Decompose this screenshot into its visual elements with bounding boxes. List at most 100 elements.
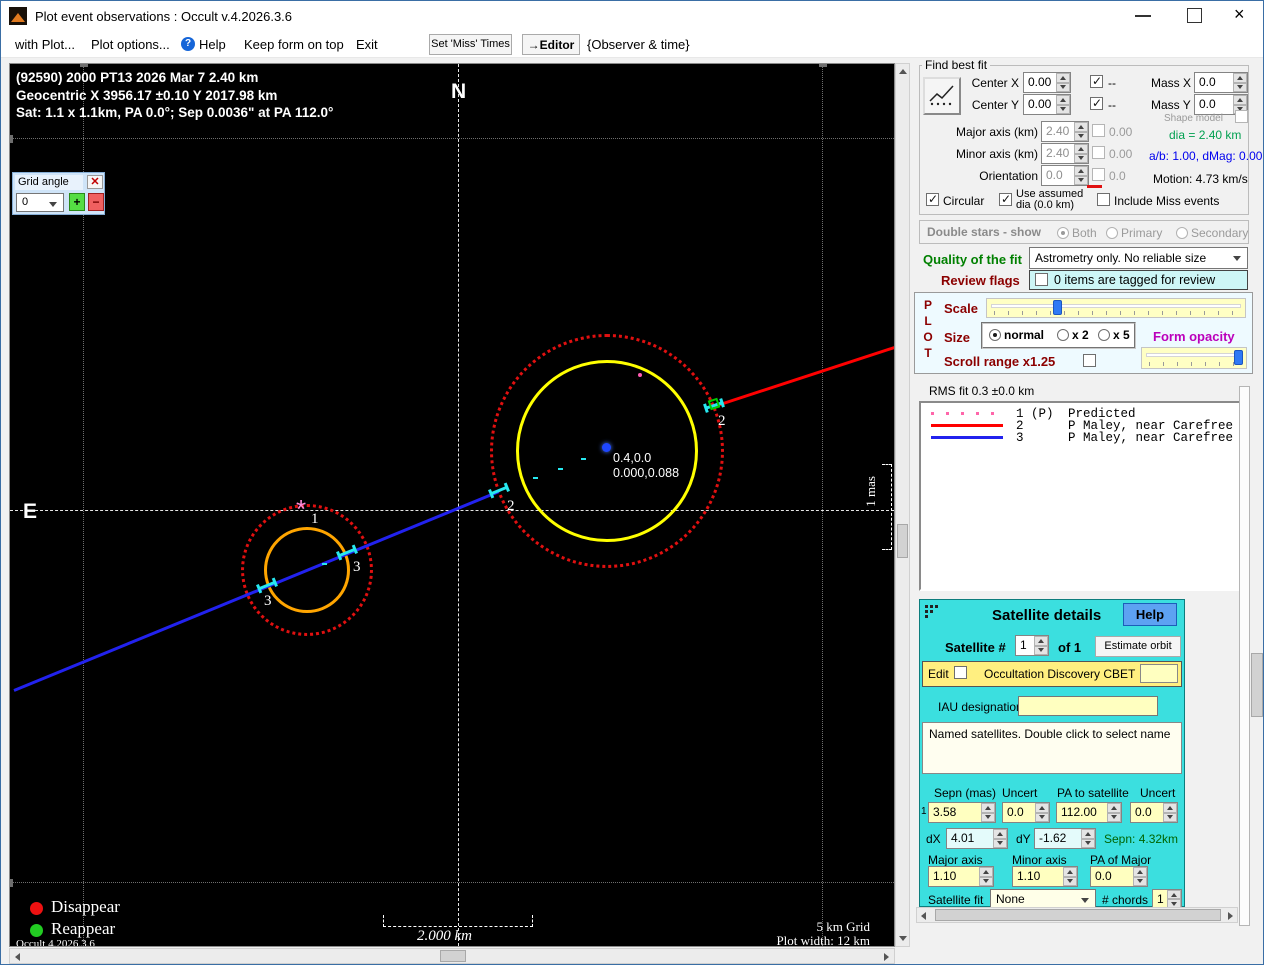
chords-spinner[interactable]: 1 bbox=[1152, 889, 1182, 909]
shape-model-checkbox[interactable] bbox=[1235, 110, 1248, 123]
size-normal-radio[interactable] bbox=[989, 329, 1001, 341]
grid-angle-select[interactable]: 0 bbox=[16, 193, 64, 212]
sepn-spinner[interactable]: 3.58 bbox=[928, 802, 996, 823]
cbet-input[interactable] bbox=[1140, 664, 1178, 683]
circular-checkbox[interactable] bbox=[926, 193, 939, 206]
scale-slider-thumb[interactable] bbox=[1053, 300, 1062, 315]
predicted-asterisk-marker: * bbox=[296, 494, 306, 525]
double-stars-title: Double stars - show bbox=[927, 225, 1041, 239]
reappear-label: Reappear bbox=[51, 919, 115, 939]
plot-hscroll-thumb[interactable] bbox=[440, 950, 466, 962]
grid-angle-minus-button[interactable]: − bbox=[88, 193, 104, 211]
pink-dot bbox=[638, 373, 642, 377]
drag-handle-icon[interactable] bbox=[925, 605, 928, 608]
double-secondary-radio[interactable] bbox=[1176, 227, 1188, 239]
scroll-range-checkbox[interactable] bbox=[1083, 354, 1096, 367]
pa-spinner[interactable]: 112.00 bbox=[1056, 802, 1122, 823]
panel-hscroll-thumb[interactable] bbox=[935, 909, 1221, 921]
menu-with-plot[interactable]: with Plot... bbox=[15, 37, 75, 52]
find-best-fit-title: Find best fit bbox=[922, 58, 990, 72]
menu-help[interactable]: Help bbox=[199, 37, 226, 52]
sepn-unc-spinner[interactable]: 0.0 bbox=[1002, 802, 1050, 823]
sat-major-spinner[interactable]: 1.10 bbox=[928, 866, 994, 887]
center-y-checkbox[interactable] bbox=[1090, 97, 1103, 110]
iau-input[interactable] bbox=[1018, 696, 1158, 716]
named-satellites-listbox[interactable]: Named satellites. Double click to select… bbox=[922, 722, 1182, 774]
menu-keep-on-top[interactable]: Keep form on top bbox=[244, 37, 344, 52]
minor-axis-checkbox[interactable] bbox=[1092, 146, 1105, 159]
size-x2-radio[interactable] bbox=[1057, 329, 1069, 341]
scroll-left-icon[interactable] bbox=[15, 953, 20, 961]
minor-axis-spinner[interactable]: 2.40 bbox=[1041, 143, 1089, 164]
sat-minor-spinner[interactable]: 1.10 bbox=[1012, 866, 1078, 887]
satellite-fit-select[interactable]: None bbox=[990, 889, 1096, 909]
double-primary-radio[interactable] bbox=[1106, 227, 1118, 239]
pa-unc-spinner[interactable]: 0.0 bbox=[1130, 802, 1178, 823]
plot-canvas[interactable]: (92590) 2000 PT13 2026 Mar 7 2.40 km Geo… bbox=[9, 63, 895, 947]
satellite-details-panel: Satellite details Help Satellite # 1 of … bbox=[919, 599, 1185, 907]
right-edge-scroll-track[interactable] bbox=[1239, 386, 1250, 926]
dx-spinner[interactable]: 4.01 bbox=[946, 828, 1008, 849]
chord-legend-box[interactable]: 1 (P)Predicted 2P Maley, near Carefree 3… bbox=[919, 401, 1245, 591]
satellite-num-spinner[interactable]: 1 bbox=[1015, 635, 1049, 656]
menu-plot-options[interactable]: Plot options... bbox=[91, 37, 170, 52]
plot-version-label: Occult 4.2026.3.6 bbox=[16, 938, 95, 947]
use-assumed-checkbox[interactable] bbox=[999, 193, 1012, 206]
center-x-spinner[interactable]: 0.00 bbox=[1023, 72, 1071, 93]
satellite-of-label: of 1 bbox=[1058, 640, 1081, 655]
major-axis-spinner[interactable]: 2.40 bbox=[1041, 121, 1089, 142]
menu-exit[interactable]: Exit bbox=[356, 37, 378, 52]
form-opacity-slider[interactable] bbox=[1141, 347, 1247, 369]
center-note: 0.4,0.0 0.000,0.088 bbox=[613, 451, 679, 481]
maximize-icon[interactable] bbox=[1187, 8, 1202, 23]
legend-row-3: 3P Maley, near Carefree bbox=[1016, 431, 1233, 445]
plot-hscrollbar[interactable] bbox=[9, 948, 895, 964]
legend-swatch-chord3 bbox=[931, 436, 1003, 439]
plot-vscroll-thumb[interactable] bbox=[897, 524, 908, 558]
panel-scroll-left-icon[interactable] bbox=[921, 912, 926, 920]
review-flags-text: 0 items are tagged for review bbox=[1054, 273, 1215, 287]
sat-pa-major-spinner[interactable]: 0.0 bbox=[1090, 866, 1148, 887]
review-flags-checkbox[interactable] bbox=[1035, 273, 1048, 286]
estimate-orbit-button[interactable]: Estimate orbit bbox=[1095, 636, 1181, 657]
help-icon[interactable]: ? bbox=[181, 37, 195, 51]
center-y-spinner[interactable]: 0.00 bbox=[1023, 94, 1071, 115]
window-title: Plot event observations : Occult v.4.202… bbox=[35, 9, 292, 24]
mass-x-spinner[interactable]: 0.0 bbox=[1194, 72, 1248, 93]
grid-angle-close-icon[interactable]: ✕ bbox=[87, 175, 103, 189]
scale-slider-track bbox=[991, 304, 1241, 308]
edit-checkbox[interactable] bbox=[954, 666, 967, 679]
close-icon[interactable]: × bbox=[1234, 4, 1245, 25]
legend-swatch-predicted bbox=[931, 412, 1003, 415]
orientation-checkbox[interactable] bbox=[1092, 168, 1105, 181]
scroll-right-icon[interactable] bbox=[884, 953, 889, 961]
right-edge-scroll-thumb[interactable] bbox=[1251, 653, 1263, 717]
grid-angle-plus-button[interactable]: + bbox=[69, 193, 85, 211]
mass-x-label: Mass X bbox=[1151, 76, 1191, 90]
chord3-label-b: 3 bbox=[353, 559, 361, 576]
form-opacity-thumb[interactable] bbox=[1234, 350, 1243, 365]
panel-scroll-right-icon[interactable] bbox=[1228, 912, 1233, 920]
scale-slider[interactable] bbox=[986, 298, 1246, 318]
best-fit-chart-button[interactable] bbox=[923, 77, 961, 115]
major-axis-checkbox[interactable] bbox=[1092, 124, 1105, 137]
orientation-spinner[interactable]: 0.0 bbox=[1041, 165, 1089, 186]
size-x5-radio[interactable] bbox=[1098, 329, 1110, 341]
use-assumed-label: Use assumed dia (0.0 km) bbox=[1016, 189, 1094, 211]
editor-button[interactable]: →Editor bbox=[522, 34, 580, 55]
include-miss-checkbox[interactable] bbox=[1097, 193, 1110, 206]
dy-spinner[interactable]: -1.62 bbox=[1034, 828, 1096, 849]
scroll-up-icon[interactable] bbox=[899, 69, 907, 74]
scroll-down-icon[interactable] bbox=[899, 936, 907, 941]
sat-major-header: Major axis bbox=[928, 853, 983, 867]
minimize-icon[interactable] bbox=[1135, 15, 1151, 17]
edit-label: Edit bbox=[928, 667, 949, 681]
panel-hscrollbar[interactable] bbox=[916, 907, 1238, 923]
grid-line-vertical-right bbox=[822, 64, 823, 946]
quality-select[interactable]: Astrometry only. No reliable size bbox=[1029, 247, 1248, 269]
set-miss-times-button[interactable]: Set 'Miss' Times bbox=[429, 34, 512, 55]
center-x-checkbox[interactable] bbox=[1090, 75, 1103, 88]
plot-vscrollbar[interactable] bbox=[895, 63, 910, 947]
satellite-help-button[interactable]: Help bbox=[1123, 603, 1177, 626]
double-both-radio[interactable] bbox=[1057, 227, 1069, 239]
